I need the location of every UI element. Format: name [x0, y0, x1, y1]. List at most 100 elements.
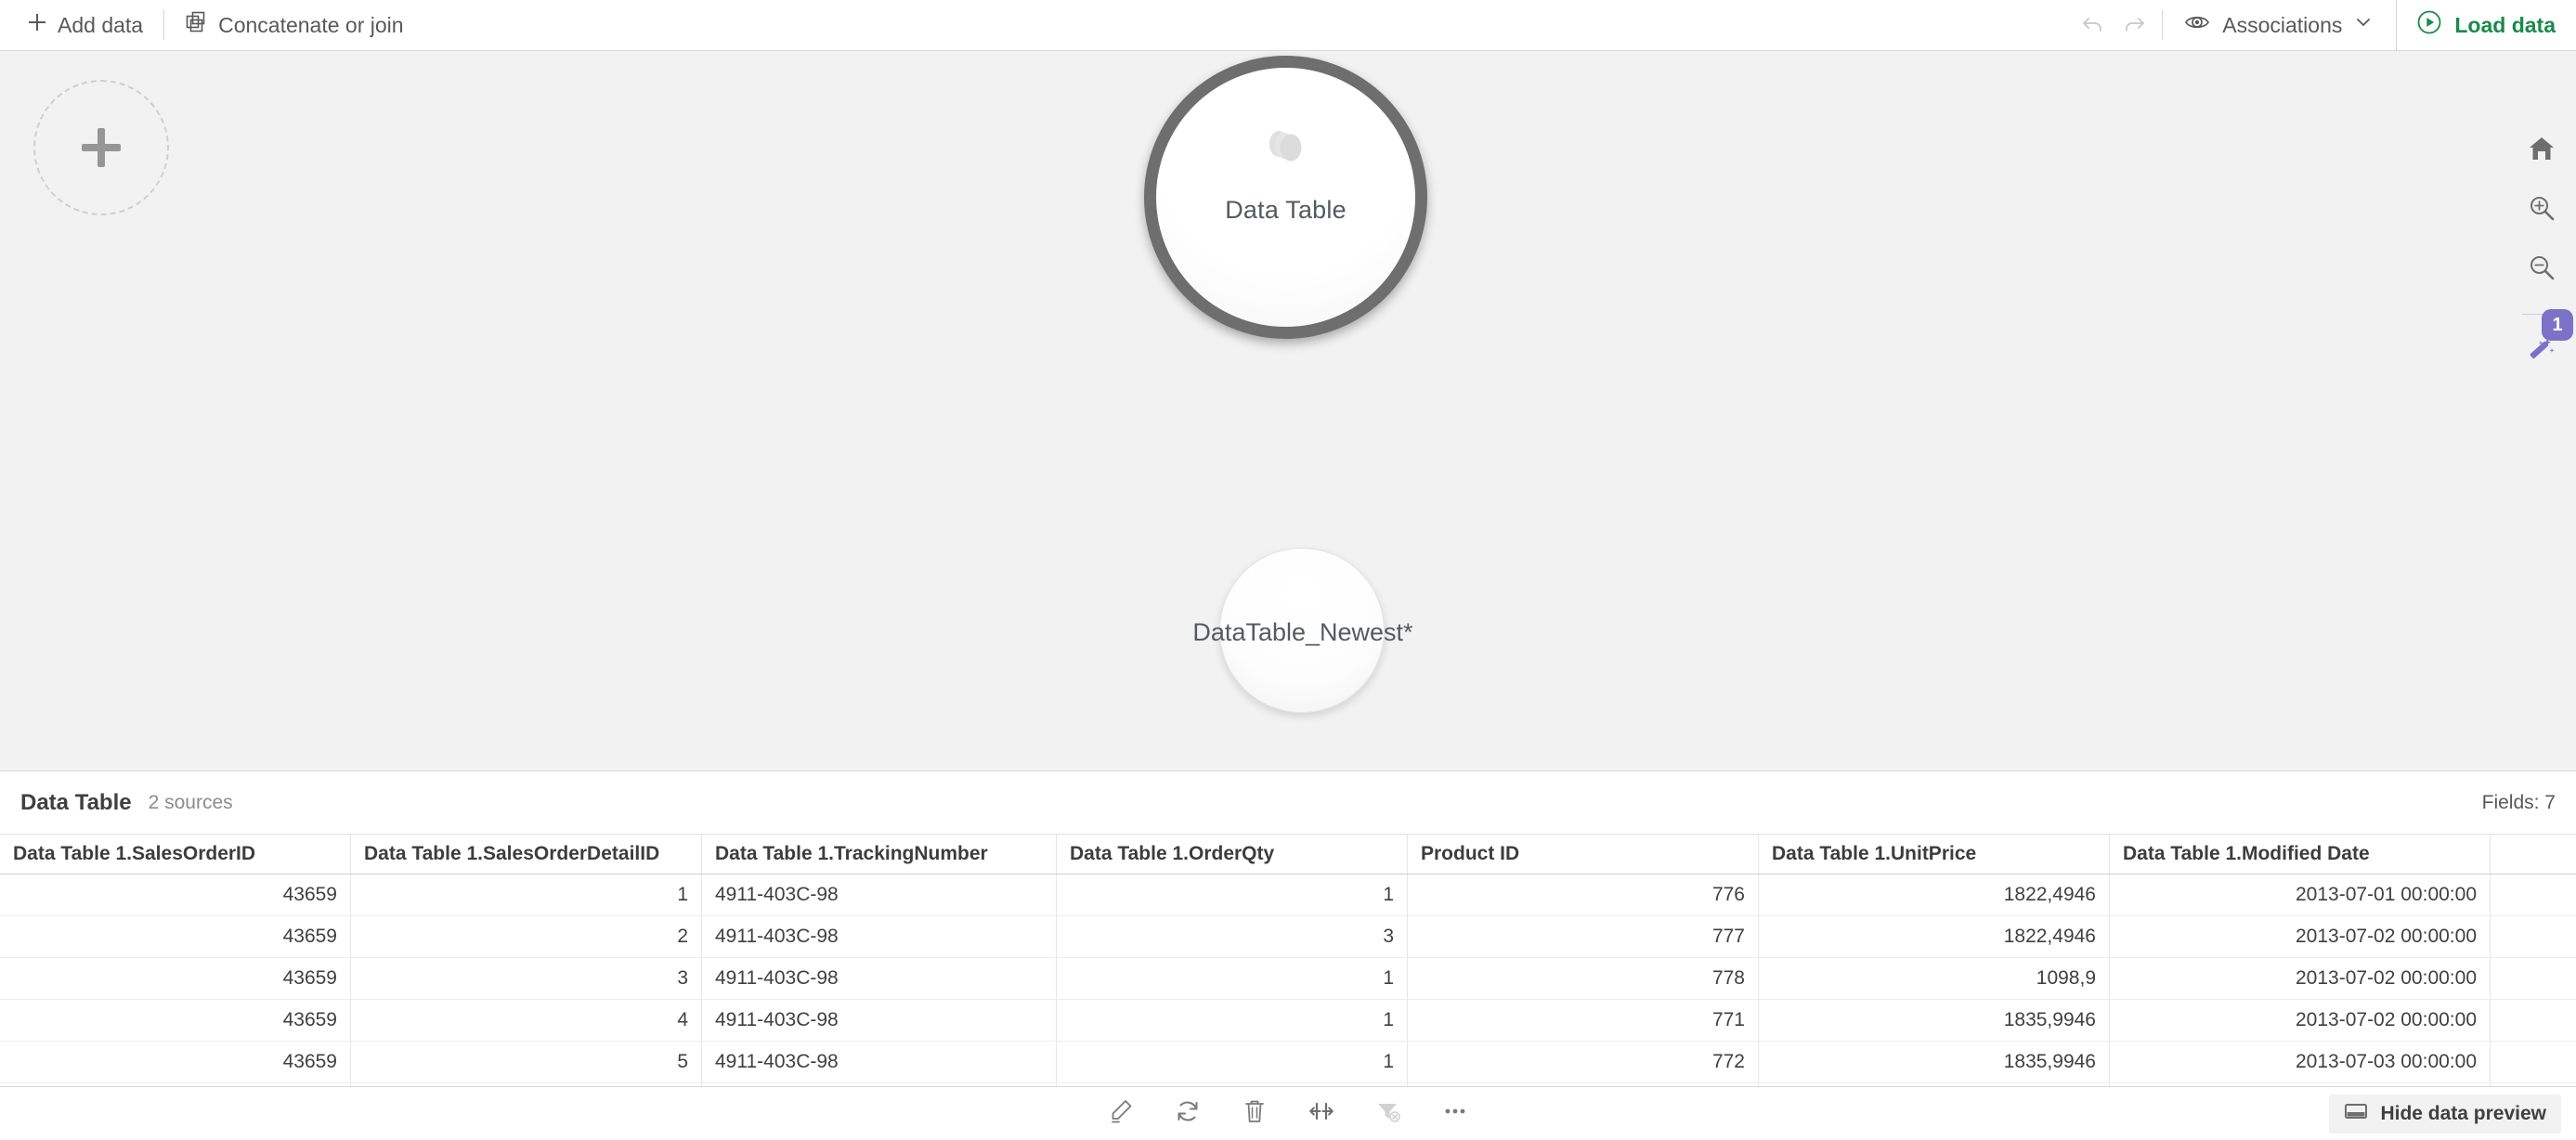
column-header[interactable]: Data Table 1.SalesOrderID — [0, 835, 351, 874]
table-cell[interactable]: 2013-07-03 00:00:00 — [2110, 1042, 2491, 1082]
table-cell[interactable]: 2013-07-02 00:00:00 — [2110, 1000, 2491, 1041]
redo-icon — [2121, 10, 2147, 41]
table-cell[interactable]: 43659 — [0, 916, 351, 957]
table-cell[interactable]: 5 — [351, 1042, 702, 1082]
concatenate-or-join-button[interactable]: Concatenate or join — [172, 7, 416, 43]
home-icon — [2528, 135, 2556, 167]
split-columns-icon — [1308, 1097, 1335, 1130]
table-cell[interactable]: 43659 — [0, 1000, 351, 1041]
table-cell[interactable]: 4911-403C-98 — [702, 874, 1057, 915]
table-row[interactable]: 43659 2 4911-403C-98 3 777 1822,4946 2013-07-0… — [0, 916, 2576, 958]
bottom-toolbar: Hide data preview — [0, 1086, 2576, 1140]
table-bubble-inner: Data Table — [1156, 68, 1415, 327]
edit-button[interactable] — [1096, 1094, 1146, 1134]
grid-header-row: Data Table 1.SalesOrderID Data Table 1.Sa… — [0, 835, 2576, 874]
toolbar-divider-right — [2162, 10, 2164, 40]
table-row[interactable]: 43659 4 4911-403C-98 1 771 1835,9946 2013-07-0… — [0, 1000, 2576, 1042]
data-model-canvas[interactable]: Data Table DataTable_Newest* * This tabl… — [0, 51, 2576, 771]
table-cell[interactable]: 4 — [351, 1000, 702, 1041]
hide-data-preview-label: Hide data preview — [2380, 1102, 2546, 1124]
table-cell[interactable]: 1822,4946 — [1759, 874, 2110, 915]
table-cell[interactable]: 1835,9946 — [1759, 1000, 2110, 1041]
table-bubble-data-table[interactable]: Data Table — [1144, 56, 1427, 339]
table-row[interactable]: 43659 1 4911-403C-98 1 776 1822,4946 2013-07-0… — [0, 874, 2576, 916]
undo-button[interactable] — [2073, 6, 2114, 44]
table-cell[interactable]: 1 — [1057, 958, 1408, 999]
zoom-out-icon — [2528, 253, 2556, 286]
table-cell[interactable]: 1 — [1057, 1000, 1408, 1041]
table-row[interactable]: 43659 3 4911-403C-98 1 778 1098,9 2013-07-02 0… — [0, 958, 2576, 1000]
table-cell[interactable]: 772 — [1408, 1042, 1759, 1082]
table-cell[interactable]: 776 — [1408, 874, 1759, 915]
add-source-bubble[interactable] — [33, 80, 169, 215]
data-manager-app: Add data Concatenate or join Association… — [0, 0, 2576, 1140]
plus-icon-bar — [82, 144, 121, 151]
canvas-right-rail: 1 — [2507, 102, 2576, 771]
table-cell[interactable]: 771 — [1408, 1000, 1759, 1041]
delete-button[interactable] — [1229, 1094, 1280, 1134]
chevron-down-icon — [2353, 12, 2374, 38]
column-header[interactable]: Data Table 1.UnitPrice — [1759, 835, 2110, 874]
table-cell[interactable]: 4911-403C-98 — [702, 916, 1057, 957]
table-cell[interactable]: 2013-07-02 00:00:00 — [2110, 916, 2491, 957]
preview-table-title: Data Table — [20, 789, 132, 815]
column-header[interactable]: Data Table 1.TrackingNumber — [702, 835, 1057, 874]
table-cell[interactable]: 43659 — [0, 958, 351, 999]
table-cell[interactable]: 3 — [1057, 916, 1408, 957]
zoom-in-icon — [2528, 194, 2556, 227]
associations-dropdown[interactable]: Associations — [2170, 6, 2387, 44]
column-header[interactable]: Product ID — [1408, 835, 1759, 874]
home-button[interactable] — [2517, 126, 2566, 175]
undo-icon — [2080, 10, 2106, 41]
concatenate-icon — [185, 10, 209, 40]
load-data-label: Load data — [2454, 12, 2556, 37]
table-cell[interactable]: 1 — [1057, 874, 1408, 915]
more-ellipsis-icon — [1441, 1097, 1469, 1130]
toolbar-divider — [163, 10, 165, 40]
grid-body: 43659 1 4911-403C-98 1 776 1822,4946 2013-07-0… — [0, 874, 2576, 1096]
refresh-icon — [1174, 1097, 1202, 1130]
table-cell[interactable]: 1835,9946 — [1759, 1042, 2110, 1082]
toolbar-right-group: Associations Load data — [2073, 0, 2576, 51]
table-cell[interactable]: 1098,9 — [1759, 958, 2110, 999]
column-header[interactable]: Data Table 1.Modified Date — [2110, 835, 2491, 874]
clear-filter-button[interactable] — [1363, 1094, 1413, 1134]
data-preview-grid[interactable]: Data Table 1.SalesOrderID Data Table 1.Sa… — [0, 835, 2576, 1096]
panel-icon — [2344, 1099, 2368, 1129]
table-cell[interactable]: 777 — [1408, 916, 1759, 957]
add-data-button[interactable]: Add data — [13, 7, 156, 43]
column-header[interactable]: Data Table 1.OrderQty — [1057, 835, 1408, 874]
table-cell[interactable]: 1 — [1057, 1042, 1408, 1082]
table-cell[interactable]: 1 — [351, 874, 702, 915]
table-cell[interactable]: 2013-07-02 00:00:00 — [2110, 958, 2491, 999]
redo-button[interactable] — [2114, 6, 2154, 44]
zoom-in-button[interactable] — [2517, 186, 2566, 234]
bottom-tool-group — [1096, 1094, 1480, 1134]
table-cell[interactable]: 4911-403C-98 — [702, 958, 1057, 999]
table-cell[interactable]: 3 — [351, 958, 702, 999]
pencil-edit-icon — [1107, 1097, 1135, 1130]
table-cell[interactable]: 4911-403C-98 — [702, 1042, 1057, 1082]
table-cell[interactable]: 1822,4946 — [1759, 916, 2110, 957]
column-header[interactable]: Data Table 1.SalesOrderDetailID — [351, 835, 702, 874]
load-data-group: Load data — [2396, 0, 2576, 51]
table-cell[interactable]: 778 — [1408, 958, 1759, 999]
concatenate-or-join-label: Concatenate or join — [218, 12, 404, 37]
zoom-out-button[interactable] — [2517, 245, 2566, 293]
auto-associations-button[interactable]: 1 — [2517, 309, 2573, 376]
table-cell[interactable]: 43659 — [0, 874, 351, 915]
load-data-button[interactable]: Load data — [2415, 8, 2556, 42]
table-cell[interactable]: 2 — [351, 916, 702, 957]
play-circle-icon — [2415, 8, 2443, 42]
toolbar-left-group: Add data Concatenate or join — [0, 0, 417, 50]
hide-data-preview-button[interactable]: Hide data preview — [2329, 1094, 2561, 1134]
table-cell[interactable]: 2013-07-01 00:00:00 — [2110, 874, 2491, 915]
more-options-button[interactable] — [1430, 1094, 1480, 1134]
table-cell[interactable]: 43659 — [0, 1042, 351, 1082]
table-bubble-datatable-newest[interactable]: DataTable_Newest* — [1192, 548, 1413, 713]
top-toolbar: Add data Concatenate or join Association… — [0, 0, 2576, 51]
table-cell[interactable]: 4911-403C-98 — [702, 1000, 1057, 1041]
split-columns-button[interactable] — [1296, 1094, 1347, 1134]
refresh-button[interactable] — [1163, 1094, 1213, 1134]
table-row[interactable]: 43659 5 4911-403C-98 1 772 1835,9946 2013-07-0… — [0, 1042, 2576, 1083]
